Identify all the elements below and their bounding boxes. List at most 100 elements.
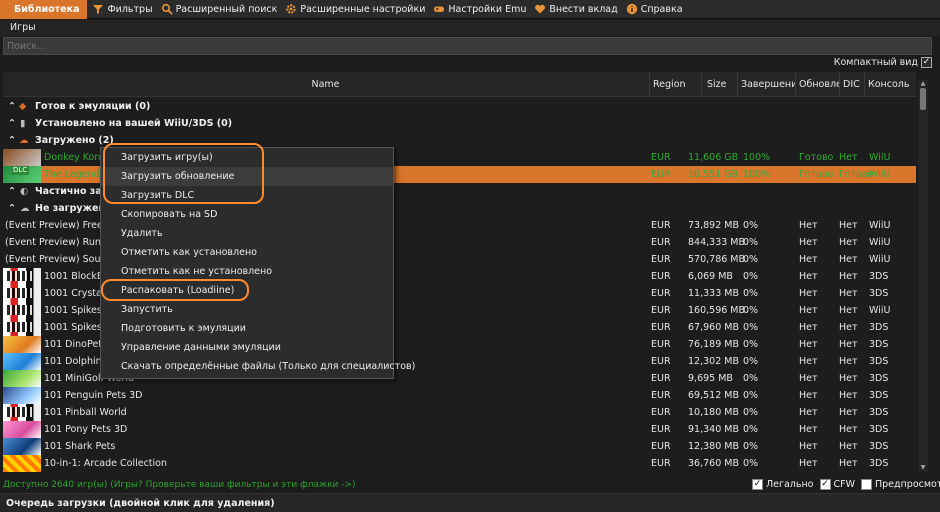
- filter-preview[interactable]: Предпросмотр: [861, 479, 940, 490]
- game-console: 3DS: [869, 288, 889, 299]
- scroll-up-icon[interactable]: ▲: [918, 80, 928, 88]
- game-dlc: Нет: [839, 288, 858, 299]
- game-name: 101 Penguin Pets 3D: [44, 390, 143, 401]
- game-console: 3DS: [869, 322, 889, 333]
- column-updated[interactable]: Обновлен: [795, 72, 839, 97]
- game-updated: Готово: [799, 152, 834, 163]
- tab-bar: Игры: [0, 20, 940, 36]
- filter-legal[interactable]: ✓ Легально: [752, 479, 814, 490]
- ctx-download-update[interactable]: Загрузить обновление: [101, 167, 393, 186]
- game-size: 76,189 MB: [688, 339, 739, 350]
- game-region: EUR: [651, 458, 671, 469]
- filter-legal-checkbox[interactable]: ✓: [752, 479, 763, 490]
- table-row[interactable]: 101 Penguin Pets 3D EUR 69,512 MB 0% Нет Нет 3…: [3, 387, 916, 404]
- menu-emu-settings[interactable]: Настройки Emu: [430, 0, 531, 19]
- game-size: 10,180 MB: [688, 407, 739, 418]
- game-thumbnail: [3, 336, 41, 353]
- column-dlc[interactable]: DIC: [839, 72, 864, 97]
- ctx-delete[interactable]: Удалить: [101, 224, 393, 243]
- game-dlc: Нет: [839, 373, 858, 384]
- game-console: WiiU: [869, 220, 891, 231]
- game-name: Donkey Kong: [44, 152, 104, 163]
- ctx-download-dlc[interactable]: Загрузить DLC: [101, 186, 393, 205]
- game-updated: Нет: [799, 237, 818, 248]
- table-row[interactable]: 101 Shark Pets EUR 12,380 MB 0% Нет Нет 3DS: [3, 438, 916, 455]
- menu-library[interactable]: Библиотека: [0, 0, 88, 19]
- game-region: EUR: [651, 373, 671, 384]
- table-row[interactable]: 101 Pony Pets 3D EUR 91,340 MB 0% Нет Нет 3DS: [3, 421, 916, 438]
- menu-advanced-settings[interactable]: Расширенные настройки: [282, 0, 430, 19]
- game-console: 3DS: [869, 441, 889, 452]
- ctx-download-specific-files[interactable]: Скачать определённые файлы (Только для с…: [101, 357, 415, 376]
- game-name: 1001 Spikes: [44, 305, 102, 316]
- game-name: 10-in-1: Arcade Collection: [44, 458, 167, 469]
- table-row[interactable]: 10-in-1: Arcade Collection EUR 36,760 MB 0%…: [3, 455, 916, 472]
- ctx-download-games[interactable]: Загрузить игру(ы): [101, 148, 393, 167]
- ctx-copy-to-sd[interactable]: Скопировать на SD: [101, 205, 393, 224]
- column-completion[interactable]: Завершение: [737, 72, 795, 97]
- game-dlc: Нет: [839, 424, 858, 435]
- scroll-thumb[interactable]: [920, 88, 926, 110]
- game-console: 3DS: [869, 356, 889, 367]
- game-updated: Нет: [799, 424, 818, 435]
- download-queue[interactable]: Очередь загрузки (двойной клик для удале…: [0, 493, 940, 512]
- menu-help[interactable]: Справка: [623, 0, 688, 19]
- game-completion: 0%: [743, 288, 759, 299]
- column-region[interactable]: Region: [649, 72, 701, 97]
- game-updated: Нет: [799, 271, 818, 282]
- menu-filters[interactable]: Фильтры: [89, 0, 157, 19]
- game-completion: 0%: [743, 373, 759, 384]
- game-updated: Нет: [799, 373, 818, 384]
- game-updated: Нет: [799, 288, 818, 299]
- game-completion: 0%: [743, 220, 759, 231]
- filter-preview-label: Предпросмотр: [875, 479, 940, 490]
- game-dlc: Нет: [839, 271, 858, 282]
- ctx-mark-not-installed[interactable]: Отметить как не установлено: [101, 262, 393, 281]
- game-size: 10,551 GB: [688, 169, 739, 180]
- column-console[interactable]: Консоль: [864, 72, 916, 97]
- tab-games[interactable]: Игры: [10, 22, 36, 33]
- filter-cfw[interactable]: ✓ CFW: [819, 479, 855, 490]
- game-updated: Нет: [799, 339, 818, 350]
- ctx-launch[interactable]: Запустить: [101, 300, 393, 319]
- scroll-down-icon[interactable]: ▼: [918, 464, 928, 472]
- game-name: (Event Preview) Freedo: [5, 220, 115, 231]
- game-size: 160,596 MB: [688, 305, 746, 316]
- chevron-up-icon: ⌃: [8, 101, 16, 112]
- game-region: EUR: [651, 305, 671, 316]
- game-thumbnail: [3, 438, 41, 455]
- game-completion: 0%: [743, 441, 759, 452]
- menu-advanced-search[interactable]: Расширенный поиск: [158, 0, 283, 19]
- compact-view-toggle[interactable]: Компактный вид ✓: [834, 57, 932, 68]
- ctx-prepare-emulation[interactable]: Подготовить к эмуляции: [101, 319, 393, 338]
- info-icon: [626, 3, 638, 15]
- game-region: EUR: [651, 441, 671, 452]
- compact-view-checkbox[interactable]: ✓: [921, 57, 932, 68]
- table-scrollbar[interactable]: ▲ ▼: [918, 80, 928, 472]
- filter-cfw-checkbox[interactable]: ✓: [819, 479, 831, 490]
- column-size[interactable]: Size: [701, 72, 737, 97]
- game-region: EUR: [651, 237, 671, 248]
- menu-contribute[interactable]: Внести вклад: [531, 0, 622, 19]
- game-updated: Нет: [799, 458, 818, 469]
- partial-icon: ◐: [20, 186, 29, 197]
- group-installed[interactable]: ⌃ ▮ Установлено на вашей WiiU/3DS (0): [3, 115, 916, 132]
- game-updated: Нет: [799, 305, 818, 316]
- filter-preview-checkbox[interactable]: [861, 479, 872, 490]
- ctx-mark-installed[interactable]: Отметить как установлено: [101, 243, 393, 262]
- column-name[interactable]: Name: [3, 72, 648, 97]
- game-console: 3DS: [869, 390, 889, 401]
- search-input[interactable]: [3, 37, 932, 55]
- game-name: The Legend o: [44, 169, 104, 180]
- ctx-manage-emulation-data[interactable]: Управление данными эмуляции: [101, 338, 393, 357]
- game-thumbnail: [3, 319, 41, 336]
- game-size: 67,960 MB: [688, 322, 739, 333]
- game-console: WiiU: [869, 305, 891, 316]
- game-size: 11,333 MB: [688, 288, 739, 299]
- table-row[interactable]: 101 Pinball World EUR 10,180 MB 0% Нет Нет 3DS: [3, 404, 916, 421]
- ctx-unpack-loadiine[interactable]: Распаковать (Loadiine): [101, 281, 393, 300]
- game-name: (Event Preview) Runbo: [5, 237, 113, 248]
- group-ready[interactable]: ⌃ ◆ Готов к эмуляции (0): [3, 98, 916, 115]
- game-console: 3DS: [869, 271, 889, 282]
- game-size: 11,606 GB: [688, 152, 739, 163]
